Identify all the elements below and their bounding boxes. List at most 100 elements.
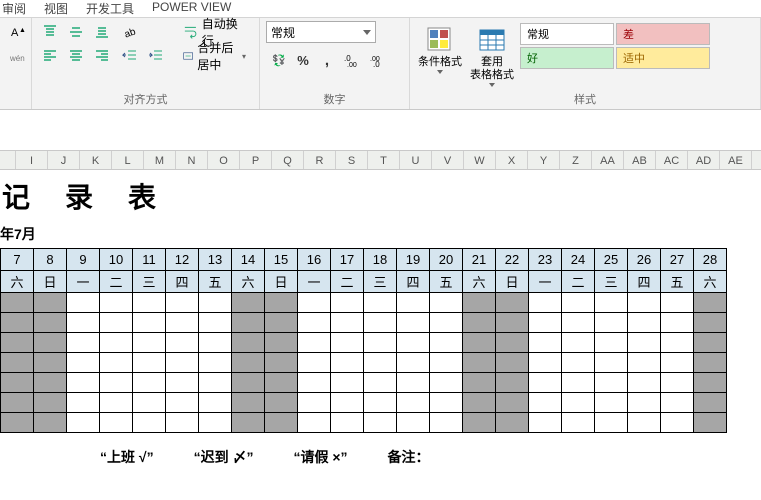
calendar-header-cell[interactable]: 16 [298,249,331,271]
calendar-cell[interactable] [1,333,34,353]
calendar-cell[interactable] [100,393,133,413]
calendar-cell[interactable] [529,393,562,413]
increase-decimal-button[interactable]: .0.00 [340,49,364,71]
calendar-header-cell[interactable]: 六 [694,271,727,293]
column-header[interactable]: R [304,151,336,169]
calendar-header-cell[interactable]: 26 [628,249,661,271]
calendar-cell[interactable] [232,373,265,393]
accounting-format-button[interactable]: 💱 [266,49,290,71]
calendar-cell[interactable] [397,393,430,413]
calendar-header-cell[interactable]: 21 [463,249,496,271]
tab-dev[interactable]: 开发工具 [86,0,134,17]
calendar-cell[interactable] [199,293,232,313]
calendar-cell[interactable] [34,353,67,373]
calendar-cell[interactable] [595,333,628,353]
calendar-cell[interactable] [298,373,331,393]
column-header[interactable]: O [208,151,240,169]
calendar-cell[interactable] [661,413,694,433]
calendar-cell[interactable] [265,293,298,313]
calendar-cell[interactable] [496,333,529,353]
calendar-cell[interactable] [331,333,364,353]
calendar-cell[interactable] [298,313,331,333]
calendar-header-cell[interactable]: 一 [529,271,562,293]
calendar-cell[interactable] [166,413,199,433]
column-header[interactable]: V [432,151,464,169]
column-header[interactable]: K [80,151,112,169]
calendar-cell[interactable] [430,353,463,373]
comma-button[interactable]: , [316,49,338,71]
calendar-cell[interactable] [133,353,166,373]
calendar-header-cell[interactable]: 13 [199,249,232,271]
calendar-cell[interactable] [298,413,331,433]
calendar-cell[interactable] [265,333,298,353]
font-clear-button[interactable]: wén [6,45,30,67]
calendar-cell[interactable] [595,353,628,373]
calendar-cell[interactable] [34,393,67,413]
calendar-cell[interactable] [265,413,298,433]
calendar-cell[interactable] [496,373,529,393]
style-swatch-mid[interactable]: 适中 [616,47,710,69]
column-header[interactable]: P [240,151,272,169]
calendar-cell[interactable] [463,413,496,433]
calendar-cell[interactable] [265,353,298,373]
calendar-cell[interactable] [199,373,232,393]
calendar-header-cell[interactable]: 六 [232,271,265,293]
indent-decrease-button[interactable] [118,45,142,67]
calendar-cell[interactable] [661,393,694,413]
calendar-cell[interactable] [331,373,364,393]
calendar-header-cell[interactable]: 三 [133,271,166,293]
calendar-cell[interactable] [364,393,397,413]
calendar-cell[interactable] [463,373,496,393]
calendar-cell[interactable] [133,313,166,333]
calendar-cell[interactable] [397,333,430,353]
calendar-header-cell[interactable]: 9 [67,249,100,271]
column-header[interactable]: U [400,151,432,169]
number-format-combo[interactable]: 常规 [266,21,376,43]
calendar-header-cell[interactable]: 18 [364,249,397,271]
calendar-cell[interactable] [1,393,34,413]
calendar-cell[interactable] [364,293,397,313]
calendar-header-cell[interactable]: 五 [661,271,694,293]
calendar-cell[interactable] [463,353,496,373]
calendar-cell[interactable] [430,413,463,433]
indent-increase-button[interactable] [144,45,168,67]
calendar-cell[interactable] [529,333,562,353]
grow-font-button[interactable]: A▲ [6,21,30,43]
column-header[interactable]: AC [656,151,688,169]
calendar-header-cell[interactable]: 23 [529,249,562,271]
style-swatch-bad[interactable]: 差 [616,23,710,45]
calendar-cell[interactable] [133,373,166,393]
calendar-cell[interactable] [364,413,397,433]
calendar-cell[interactable] [232,313,265,333]
calendar-cell[interactable] [661,333,694,353]
calendar-cell[interactable] [331,313,364,333]
calendar-cell[interactable] [232,293,265,313]
calendar-cell[interactable] [133,413,166,433]
calendar-header-cell[interactable]: 25 [595,249,628,271]
calendar-header-cell[interactable]: 六 [1,271,34,293]
calendar-cell[interactable] [364,333,397,353]
calendar-cell[interactable] [67,333,100,353]
calendar-cell[interactable] [694,353,727,373]
calendar-cell[interactable] [364,313,397,333]
calendar-header-cell[interactable]: 二 [100,271,133,293]
calendar-header-cell[interactable]: 六 [463,271,496,293]
calendar-cell[interactable] [562,413,595,433]
align-bottom-button[interactable] [90,21,114,43]
calendar-cell[interactable] [661,293,694,313]
calendar-cell[interactable] [562,313,595,333]
calendar-cell[interactable] [430,393,463,413]
calendar-cell[interactable] [34,293,67,313]
calendar-cell[interactable] [562,393,595,413]
column-header[interactable]: AE [720,151,752,169]
column-header[interactable]: S [336,151,368,169]
calendar-cell[interactable] [430,373,463,393]
align-top-button[interactable] [38,21,62,43]
calendar-cell[interactable] [529,313,562,333]
calendar-header-cell[interactable]: 二 [562,271,595,293]
calendar-header-cell[interactable]: 8 [34,249,67,271]
calendar-cell[interactable] [661,313,694,333]
calendar-cell[interactable] [562,373,595,393]
calendar-cell[interactable] [298,393,331,413]
calendar-cell[interactable] [232,353,265,373]
